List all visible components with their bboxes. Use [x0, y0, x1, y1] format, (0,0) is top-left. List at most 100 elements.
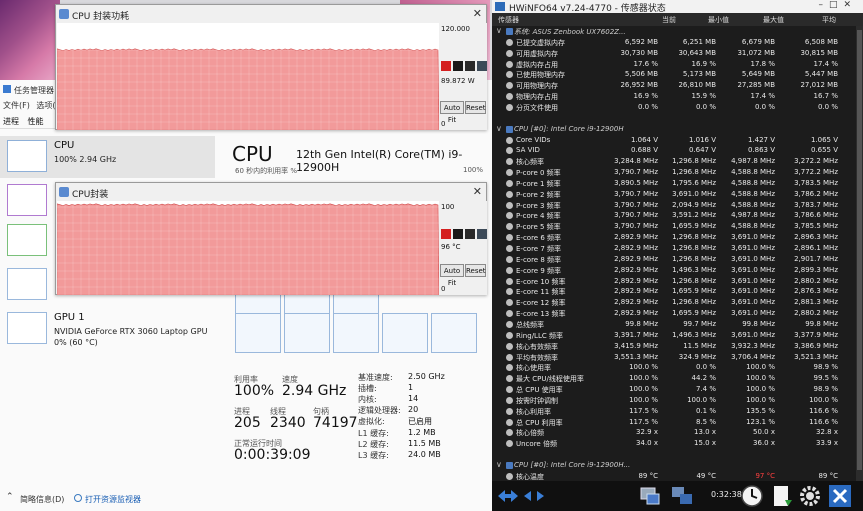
sensor-row[interactable]: E-core 12 频率 2,892.9 MHz 1,296.8 MHz 3,691.…	[492, 297, 856, 308]
sensor-row[interactable]: E-core 10 频率 2,892.9 MHz 1,296.8 MHz 3,691.…	[492, 276, 856, 287]
sensor-row[interactable]: P-core 5 频率 3,790.7 MHz 1,695.9 MHz 4,588.8…	[492, 221, 856, 232]
sensor-icon	[506, 320, 513, 328]
sensor-row[interactable]: 可用物理内存 26,952 MB 26,810 MB 27,285 MB 27,012 …	[492, 80, 856, 91]
sensor-row[interactable]: Ring/LLC 频率 3,391.7 MHz 1,496.3 MHz 3,691.0…	[492, 330, 856, 341]
collapse-arrows-icon[interactable]	[522, 484, 546, 508]
sensor-row[interactable]: Core VIDs 1.064 V 1.016 V 1.427 V 1.065 V	[492, 135, 856, 146]
sensor-min: 0.1 %	[695, 406, 716, 415]
sensor-row[interactable]: 分页文件使用 0.0 % 0.0 % 0.0 % 0.0 %	[492, 102, 856, 113]
report-icon[interactable]	[770, 484, 794, 508]
sensor-row[interactable]: 核心利用率 117.5 % 0.1 % 135.5 % 116.6 %	[492, 406, 856, 417]
close-icon[interactable]	[828, 484, 852, 508]
sensor-group-header[interactable]: ∨ CPU [#0]: Intel Core i9-12900H	[492, 123, 856, 135]
color-swatch[interactable]	[453, 229, 463, 239]
sensor-avg: 100.0 %	[809, 395, 838, 404]
sensor-current: 2,892.9 MHz	[614, 276, 658, 285]
menu-file[interactable]: 文件(F)	[3, 101, 30, 110]
sensor-row[interactable]: Uncore 倍频 34.0 x 15.0 x 36.0 x 33.9 x	[492, 438, 856, 449]
arrows-left-right-icon[interactable]	[496, 484, 520, 508]
sensor-row[interactable]: 核心倍频 32.9 x 13.0 x 50.0 x 32.8 x	[492, 427, 856, 438]
chevron-down-icon[interactable]: ∨	[496, 460, 502, 469]
color-swatch[interactable]	[477, 61, 487, 71]
sensor-row[interactable]: 总 CPU 利用率 117.5 % 8.5 % 123.1 % 116.6 %	[492, 417, 856, 428]
auto-fit-button[interactable]: Auto Fit	[440, 264, 464, 287]
perf-item-gpu[interactable]: GPU 1 NVIDIA GeForce RTX 3060 Laptop GPU…	[0, 308, 215, 354]
col-current[interactable]: 当前	[662, 15, 676, 25]
hwinfo-titlebar[interactable]: HWiNFO64 v7.24-4770 - 传感器状态 –□✕	[492, 0, 863, 14]
sensor-row[interactable]: 核心频率 3,284.8 MHz 1,296.8 MHz 4,987.8 MHz 3,2…	[492, 156, 856, 167]
settings-gear-icon[interactable]	[798, 484, 822, 508]
sensor-avg: 2,896.3 MHz	[794, 233, 838, 242]
sensor-row[interactable]: 平均有效频率 3,551.3 MHz 324.9 MHz 3,706.4 MHz 3,5…	[492, 352, 856, 363]
sensor-row[interactable]: 最大 CPU/线程使用率 100.0 % 44.2 % 100.0 % 99.5 %	[492, 373, 856, 384]
chevron-down-icon[interactable]: ∨	[496, 124, 502, 133]
color-swatch[interactable]	[477, 229, 487, 239]
close-icon[interactable]: ✕	[473, 7, 482, 20]
sensor-name: 可用物理内存	[516, 82, 558, 91]
sensor-row[interactable]: 虚拟内存占用 17.6 % 16.9 % 17.8 % 17.4 %	[492, 59, 856, 70]
auto-fit-button[interactable]: Auto Fit	[440, 101, 464, 124]
reset-button[interactable]: Reset	[465, 101, 486, 114]
sensor-row[interactable]: 核心使用率 100.0 % 0.0 % 100.0 % 98.9 %	[492, 362, 856, 373]
sensor-row[interactable]: E-core 13 频率 2,892.9 MHz 1,695.9 MHz 3,691.…	[492, 308, 856, 319]
sensor-row[interactable]: E-core 8 频率 2,892.9 MHz 1,296.8 MHz 3,691.0…	[492, 254, 856, 265]
sensor-row[interactable]: E-core 6 频率 2,892.9 MHz 1,296.8 MHz 3,691.0…	[492, 232, 856, 243]
uptime-value: 0:00:39:09	[234, 447, 311, 463]
color-swatch[interactable]	[453, 61, 463, 71]
utilization-graph-max: 100%	[463, 166, 484, 174]
sensor-row[interactable]: P-core 3 频率 3,790.7 MHz 2,094.9 MHz 4,588.8…	[492, 200, 856, 211]
sensor-row[interactable]: E-core 11 频率 2,892.9 MHz 1,695.9 MHz 3,691.…	[492, 286, 856, 297]
temp-side-panel: 100 96 °C Auto Fit Reset 0	[439, 201, 487, 295]
sensor-row[interactable]: 核心温度 89 °C 49 °C 97 °C 89 °C	[492, 471, 856, 481]
close-icon[interactable]: ✕	[473, 185, 482, 198]
clock-icon[interactable]	[740, 484, 764, 508]
sensor-row[interactable]: 物理内存占用 16.9 % 15.9 % 17.4 % 16.7 %	[492, 91, 856, 102]
sensor-row[interactable]: E-core 9 频率 2,892.9 MHz 1,496.3 MHz 3,691.0…	[492, 265, 856, 276]
sensor-row[interactable]: 总 CPU 使用率 100.0 % 7.4 % 100.0 % 98.9 %	[492, 384, 856, 395]
tab-performance[interactable]: 性能	[28, 117, 44, 126]
speed-value: 2.94 GHz	[282, 383, 347, 399]
sensor-row[interactable]: P-core 0 频率 3,790.7 MHz 1,296.8 MHz 4,588.8…	[492, 167, 856, 178]
network-pc-icon[interactable]	[638, 484, 662, 508]
color-swatch[interactable]	[465, 229, 475, 239]
col-max[interactable]: 最大值	[763, 15, 784, 25]
sensor-row[interactable]: P-core 2 频率 3,790.7 MHz 3,691.0 MHz 4,588.8…	[492, 189, 856, 200]
reset-button[interactable]: Reset	[465, 264, 486, 277]
sensor-row[interactable]: 按需时钟调制 100.0 % 100.0 % 100.0 % 100.0 %	[492, 395, 856, 406]
computer-settings-icon[interactable]	[670, 484, 694, 508]
color-swatch[interactable]	[441, 61, 451, 71]
sensor-row[interactable]: P-core 4 频率 3,790.7 MHz 3,591.2 MHz 4,987.8…	[492, 210, 856, 221]
sensor-row[interactable]: 核心有效频率 3,415.9 MHz 11.5 MHz 3,932.3 MHz 3,38…	[492, 341, 856, 352]
sensor-group-header[interactable]: ∨ 系统: ASUS Zenbook UX7602Z...	[492, 26, 856, 37]
window-controls[interactable]: –□✕	[818, 0, 857, 10]
scroll-thumb[interactable]	[857, 30, 862, 470]
chevron-down-icon[interactable]: ∨	[496, 26, 502, 35]
col-min[interactable]: 最小值	[708, 15, 729, 25]
sensor-row[interactable]: 总线频率 99.8 MHz 99.7 MHz 99.8 MHz 99.8 MHz	[492, 319, 856, 330]
sensor-group-header[interactable]: ∨ CPU [#0]: Intel Core i9-12900H...	[492, 460, 856, 471]
menu-options[interactable]: 选项(	[36, 101, 55, 110]
chevron-up-icon[interactable]: ⌃	[6, 492, 14, 502]
sensor-name: 已使用物理内存	[516, 71, 565, 80]
sensor-scrollbar[interactable]	[856, 26, 863, 481]
color-swatch[interactable]	[465, 61, 475, 71]
sensor-current: 6,592 MB	[624, 37, 658, 46]
sensor-row[interactable]: 可用虚拟内存 30,730 MB 30,643 MB 31,072 MB 30,815 …	[492, 48, 856, 59]
sensor-row[interactable]: 已提交虚拟内存 6,592 MB 6,251 MB 6,679 MB 6,508 MB	[492, 37, 856, 48]
tab-processes[interactable]: 进程	[3, 117, 19, 126]
core-graph	[284, 313, 330, 353]
brief-info-link[interactable]: 简略信息(D)	[20, 494, 64, 505]
temp-window-titlebar[interactable]: CPU封装 ✕	[56, 183, 486, 201]
perf-item-cpu[interactable]: CPU 100% 2.94 GHz	[0, 136, 215, 178]
power-current-value: 89.872 W	[441, 77, 475, 85]
sensor-row[interactable]: 已使用物理内存 5,506 MB 5,173 MB 5,649 MB 5,447 MB	[492, 69, 856, 80]
open-resource-monitor-link[interactable]: 打开资源监视器	[85, 494, 141, 505]
col-sensor[interactable]: 传感器	[498, 15, 519, 25]
color-swatch[interactable]	[441, 229, 451, 239]
sensor-row[interactable]: P-core 1 频率 3,890.5 MHz 1,795.6 MHz 4,588.8…	[492, 178, 856, 189]
sensor-row[interactable]: E-core 7 频率 2,892.9 MHz 1,296.8 MHz 3,691.0…	[492, 243, 856, 254]
power-window-titlebar[interactable]: CPU 封装功耗 ✕	[56, 5, 486, 23]
col-avg[interactable]: 平均	[822, 15, 836, 25]
sensor-row[interactable]: SA VID 0.688 V 0.647 V 0.863 V 0.655 V	[492, 145, 856, 156]
sensor-icon	[506, 299, 513, 307]
